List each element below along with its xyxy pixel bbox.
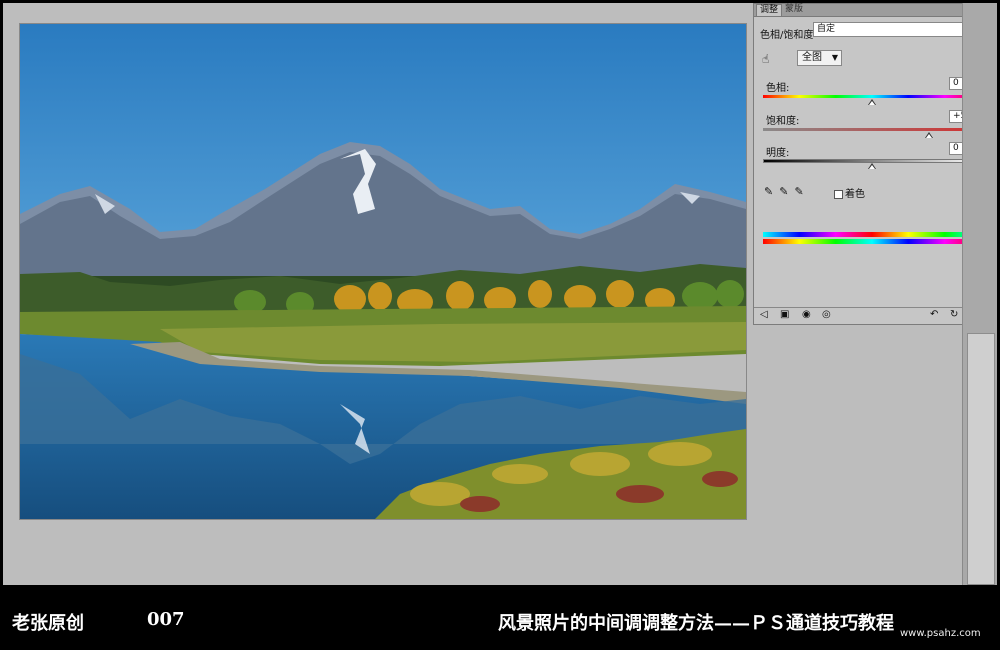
hue-spectrum-bar-top [763,232,981,237]
back-icon[interactable]: ◁ [760,309,768,320]
tutorial-title: 风景照片的中间调调整方法——ＰＳ通道技巧教程 [498,613,894,634]
mask-icon[interactable]: ◉ [802,309,811,320]
vertical-scrollbar[interactable] [962,3,997,585]
chevron-down-icon: ▼ [831,53,838,62]
colorize-checkbox[interactable]: 着色 [834,185,865,200]
hue-slider-thumb[interactable] [868,99,876,105]
panel-tab-bar: 调整 蒙版 ▸▸ ≡ [754,4,986,17]
hue-label: 色相: [766,83,790,94]
saturation-label: 饱和度: [766,116,800,127]
watermark: www.psahz.com [900,628,981,639]
panel-icon[interactable]: ▣ [780,309,789,320]
lesson-number: 007 [147,609,185,630]
landscape-image [20,24,746,519]
eyedropper-icon[interactable]: ✎ [764,185,779,198]
reset-icon[interactable]: ↻ [950,309,958,320]
range-value: 全图 [802,52,822,63]
preset-value: 自定 [817,24,836,34]
adjustment-type-label: 色相/饱和度 [760,30,814,41]
saturation-slider-thumb[interactable] [924,132,933,138]
author-label: 老张原创 [12,613,84,634]
saturation-slider-track[interactable] [763,128,981,131]
refresh-icon[interactable]: ↶ [930,309,938,320]
eyedropper-minus-icon[interactable]: ✎ [794,185,809,198]
landscape-photo [19,23,747,520]
eye-icon[interactable]: ◎ [822,309,831,320]
hue-spectrum-bar-bottom [763,239,981,244]
caption-bar: 老张原创 007 风景照片的中间调调整方法——ＰＳ通道技巧教程 www.psah… [0,588,1000,650]
hand-icon[interactable]: ☝ [762,52,769,66]
lightness-slider-thumb[interactable] [868,163,876,169]
lightness-label: 明度: [766,148,790,159]
preset-dropdown[interactable]: 自定 ▼ [813,22,983,37]
eyedropper-plus-icon[interactable]: ✎ [779,185,794,198]
colorize-label: 着色 [845,189,865,200]
hue-slider-track[interactable] [763,95,981,98]
canvas-area: 调整 蒙版 ▸▸ ≡ 色相/饱和度 自定 ▼ ☝ 全图 ▼ 色相: 0 饱和度:… [3,3,997,585]
scrollbar-thumb[interactable] [967,333,995,585]
panel-footer: ◁ ▣ ◉ ◎ ↶ ↻ ▥ [754,307,986,324]
eyedropper-tools: ✎✎✎ [764,185,810,198]
range-dropdown[interactable]: 全图 ▼ [797,50,842,66]
adjustments-panel: 调整 蒙版 ▸▸ ≡ 色相/饱和度 自定 ▼ ☝ 全图 ▼ 色相: 0 饱和度:… [753,3,987,325]
checkbox-icon[interactable] [834,189,843,199]
tab-masks[interactable]: 蒙版 [782,4,806,15]
tab-adjustments[interactable]: 调整 [756,4,783,16]
